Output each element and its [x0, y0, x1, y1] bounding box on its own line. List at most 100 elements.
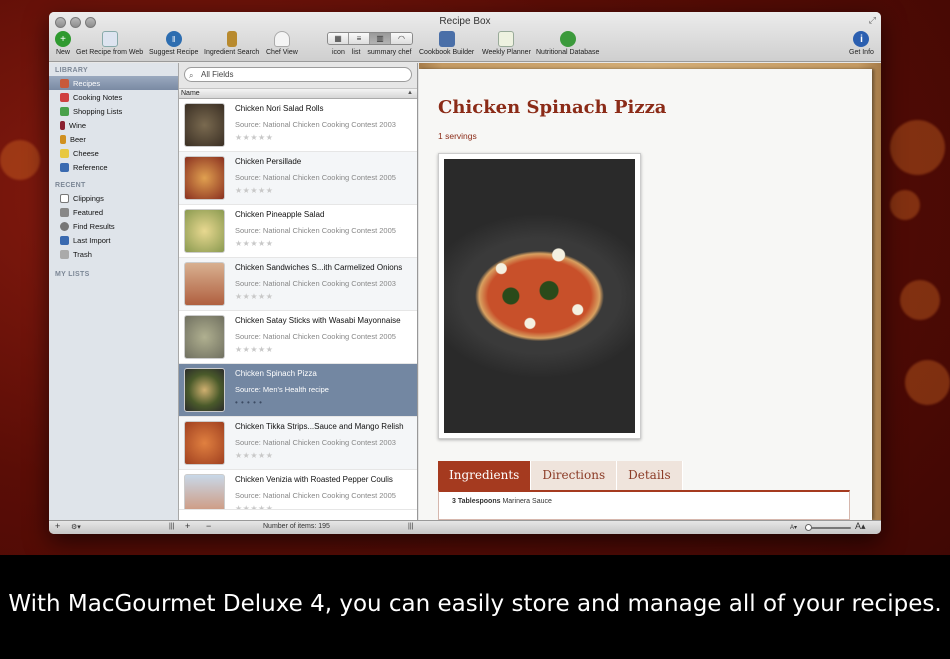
- fork-knife-icon: ‖: [165, 31, 182, 47]
- sidebar-item-cooking-notes[interactable]: Cooking Notes: [49, 90, 178, 104]
- sidebar-item-reference[interactable]: Reference: [49, 160, 178, 174]
- recipe-thumbnail: [184, 315, 225, 359]
- search-bar: ⌕ All Fields: [179, 63, 417, 89]
- sort-arrow-icon: ▲: [407, 90, 413, 96]
- icon-view-icon[interactable]: ▦: [328, 33, 349, 44]
- bokeh-light: [905, 360, 950, 405]
- trash-icon: [60, 249, 69, 259]
- list-item[interactable]: Chicken Sandwiches S...ith Carmelized On…: [179, 258, 417, 311]
- planner-icon: [498, 31, 515, 47]
- chef-hat-icon: [273, 31, 290, 47]
- sidebar-item-wine[interactable]: Wine: [49, 118, 178, 132]
- sidebar-item-shopping-lists[interactable]: Shopping Lists: [49, 104, 178, 118]
- add-list-button[interactable]: +: [55, 521, 60, 531]
- list-item[interactable]: Chicken Persillade Source: National Chic…: [179, 152, 417, 205]
- sidebar-item-find-results[interactable]: Find Results: [49, 219, 178, 233]
- add-recipe-button[interactable]: +: [185, 521, 190, 531]
- beer-icon: [60, 134, 66, 144]
- app-window: Recipe Box ⤢ + New Get Recipe from Web ‖…: [49, 12, 881, 534]
- item-count: Number of items: 195: [263, 523, 330, 530]
- search-icon: ⌕: [189, 71, 194, 80]
- gear-icon[interactable]: ⚙▾: [71, 523, 81, 531]
- ingredient-name: Marinera Sauce: [502, 498, 552, 505]
- sidebar-item-last-import[interactable]: Last Import: [49, 233, 178, 247]
- weekly-planner-button[interactable]: Weekly Planner: [482, 31, 531, 56]
- suggest-recipe-button[interactable]: ‖ Suggest Recipe: [149, 31, 198, 56]
- cheese-icon: [60, 148, 69, 158]
- recipe-page: Chicken Spinach Pizza 1 servings Ingredi…: [419, 69, 872, 520]
- recent-heading: RECENT: [55, 182, 86, 189]
- sidebar-item-trash[interactable]: Trash: [49, 247, 178, 261]
- slider-knob[interactable]: [805, 524, 812, 531]
- recipe-thumbnail: [184, 368, 225, 412]
- rating-stars[interactable]: ★★★★★: [235, 451, 273, 460]
- chef-view-button[interactable]: Chef View: [266, 31, 298, 56]
- search-input[interactable]: ⌕ All Fields: [184, 67, 412, 82]
- bokeh-light: [890, 120, 945, 175]
- rating-stars[interactable]: • • • • •: [235, 398, 262, 407]
- rating-stars[interactable]: ★★★★★: [235, 504, 273, 509]
- reference-icon: [60, 162, 69, 172]
- tab-ingredients[interactable]: Ingredients: [438, 461, 532, 490]
- sidebar-item-beer[interactable]: Beer: [49, 132, 178, 146]
- sidebar-item-featured[interactable]: Featured: [49, 205, 178, 219]
- ingredient-search-button[interactable]: Ingredient Search: [204, 31, 259, 56]
- tab-directions[interactable]: Directions: [531, 461, 618, 490]
- list-item[interactable]: Chicken Satay Sticks with Wasabi Mayonna…: [179, 311, 417, 364]
- wine-bottle-icon: [60, 120, 65, 130]
- new-button[interactable]: + New: [55, 31, 71, 56]
- ingredients-panel: 3 Tablespoons Marinera Sauce: [438, 490, 850, 520]
- recipe-detail-pane: Chicken Spinach Pizza 1 servings Ingredi…: [419, 63, 881, 520]
- rating-stars[interactable]: ★★★★★: [235, 292, 273, 301]
- status-bar: + ⚙▾ ||| + − Number of items: 195 ||| A▾…: [49, 520, 881, 534]
- rating-stars[interactable]: ★★★★★: [235, 133, 273, 142]
- splitter-handle[interactable]: |||: [169, 523, 174, 530]
- caption-banner: With MacGourmet Deluxe 4, you can easily…: [0, 555, 950, 659]
- rating-stars[interactable]: ★★★★★: [235, 186, 273, 195]
- view-mode-control[interactable]: ▦ ≡ ▥ ◠: [327, 32, 413, 45]
- list-item[interactable]: Chicken Nori Salad Rolls Source: Nationa…: [179, 99, 417, 152]
- sidebar: LIBRARY Recipes Cooking Notes Shopping L…: [49, 63, 179, 520]
- window-title: Recipe Box: [439, 16, 491, 27]
- pizza-image: [444, 159, 635, 433]
- text-larger-icon[interactable]: A▴: [855, 521, 866, 532]
- recipe-tabs: Ingredients Directions Details: [438, 461, 683, 490]
- splitter-handle[interactable]: |||: [408, 523, 413, 530]
- notes-icon: [60, 92, 69, 102]
- recipe-photo: [438, 153, 641, 439]
- get-info-button[interactable]: i Get Info: [849, 31, 874, 56]
- sidebar-item-cheese[interactable]: Cheese: [49, 146, 178, 160]
- sidebar-item-clippings[interactable]: Clippings: [49, 191, 178, 205]
- import-icon: [60, 235, 69, 245]
- clippings-icon: [60, 193, 69, 203]
- cookbook-icon: [438, 31, 455, 47]
- list-item[interactable]: Chicken Venizia with Roasted Pepper Coul…: [179, 470, 417, 510]
- fullscreen-icon[interactable]: ⤢: [869, 15, 876, 26]
- list-item[interactable]: Chicken Pineapple Salad Source: National…: [179, 205, 417, 258]
- list-view-icon[interactable]: ≡: [349, 33, 370, 44]
- bokeh-light: [890, 190, 920, 220]
- summary-view-icon[interactable]: ▥: [370, 33, 391, 44]
- remove-recipe-button[interactable]: −: [206, 521, 211, 531]
- text-smaller-icon[interactable]: A▾: [790, 524, 797, 531]
- library-heading: LIBRARY: [55, 67, 88, 74]
- nutritional-database-button[interactable]: Nutritional Database: [536, 31, 599, 56]
- get-recipe-from-web-button[interactable]: Get Recipe from Web: [76, 31, 143, 56]
- recipe-thumbnail: [184, 474, 225, 509]
- toolbar: + New Get Recipe from Web ‖ Suggest Reci…: [49, 31, 881, 61]
- plus-icon: +: [55, 31, 71, 47]
- name-column-header[interactable]: Name ▲: [179, 89, 417, 99]
- rating-stars[interactable]: ★★★★★: [235, 345, 273, 354]
- list-item[interactable]: Chicken Tikka Strips...Sauce and Mango R…: [179, 417, 417, 470]
- recipe-thumbnail: [184, 156, 225, 200]
- cookbook-builder-button[interactable]: Cookbook Builder: [419, 31, 474, 56]
- bokeh-light: [900, 280, 940, 320]
- caption-text: With MacGourmet Deluxe 4, you can easily…: [8, 591, 942, 617]
- list-item-selected[interactable]: Chicken Spinach Pizza Source: Men's Heal…: [179, 364, 417, 417]
- tab-details[interactable]: Details: [617, 461, 683, 490]
- sidebar-item-recipes[interactable]: Recipes: [49, 76, 178, 90]
- view-mode-labels: icon list summary chef: [332, 49, 412, 56]
- chef-view-icon[interactable]: ◠: [391, 33, 412, 44]
- bokeh-light: [0, 140, 40, 180]
- rating-stars[interactable]: ★★★★★: [235, 239, 273, 248]
